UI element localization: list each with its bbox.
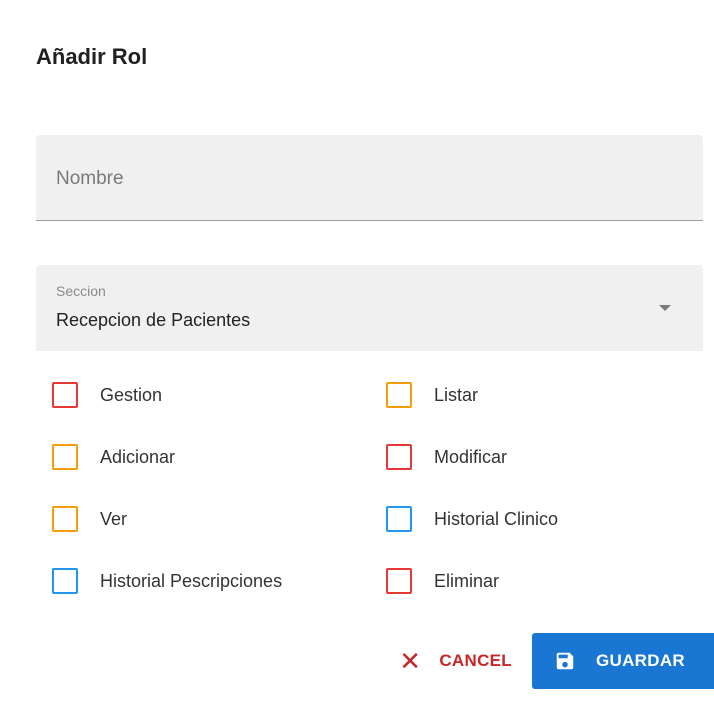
permission-label: Ver [100, 508, 128, 529]
checkbox-ver[interactable] [52, 506, 78, 532]
permission-label: Historial Clinico [434, 508, 559, 529]
checkbox-modificar[interactable] [386, 444, 412, 470]
section-select-value: Recepcion de Pacientes [56, 310, 251, 330]
permissions-grid: Gestion Listar Adicionar Modificar Ver H… [52, 380, 652, 620]
permission-historial-clinico[interactable]: Historial Clinico [386, 504, 558, 534]
dialog-title: Añadir Rol [36, 44, 148, 69]
checkbox-historial-clinico[interactable] [386, 506, 412, 532]
section-select-label: Seccion [56, 283, 106, 299]
cancel-button[interactable]: ✕ CANCEL [399, 648, 512, 674]
checkbox-historial-pescripciones[interactable] [52, 568, 78, 594]
dropdown-arrow-icon[interactable] [659, 305, 671, 311]
checkbox-gestion[interactable] [52, 382, 78, 408]
permission-label: Gestion [100, 384, 163, 405]
permission-modificar[interactable]: Modificar [386, 442, 507, 472]
section-select[interactable]: Seccion Recepcion de Pacientes [36, 265, 703, 351]
close-icon: ✕ [399, 646, 422, 676]
cancel-label: CANCEL [439, 651, 512, 670]
dialog-actions: ✕ CANCEL GUARDAR [399, 633, 714, 689]
permission-ver[interactable]: Ver [52, 504, 127, 534]
permission-label: Eliminar [434, 570, 500, 591]
permission-adicionar[interactable]: Adicionar [52, 442, 175, 472]
save-button[interactable]: GUARDAR [532, 633, 714, 689]
permission-label: Historial Pescripciones [100, 570, 283, 591]
floppy-disk-icon [554, 650, 576, 672]
permission-label: Adicionar [100, 446, 176, 467]
checkbox-listar[interactable] [386, 382, 412, 408]
add-role-dialog: Añadir Rol Nombre Seccion Recepcion de P… [0, 0, 714, 723]
permission-historial-pescripciones[interactable]: Historial Pescripciones [52, 566, 282, 596]
save-label: GUARDAR [596, 651, 685, 670]
name-field[interactable]: Nombre [36, 135, 703, 221]
permission-listar[interactable]: Listar [386, 380, 478, 410]
permission-label: Modificar [434, 446, 508, 467]
checkbox-eliminar[interactable] [386, 568, 412, 594]
name-field-placeholder: Nombre [56, 168, 124, 189]
permission-label: Listar [434, 384, 479, 405]
permission-eliminar[interactable]: Eliminar [386, 566, 499, 596]
checkbox-adicionar[interactable] [52, 444, 78, 470]
permission-gestion[interactable]: Gestion [52, 380, 162, 410]
